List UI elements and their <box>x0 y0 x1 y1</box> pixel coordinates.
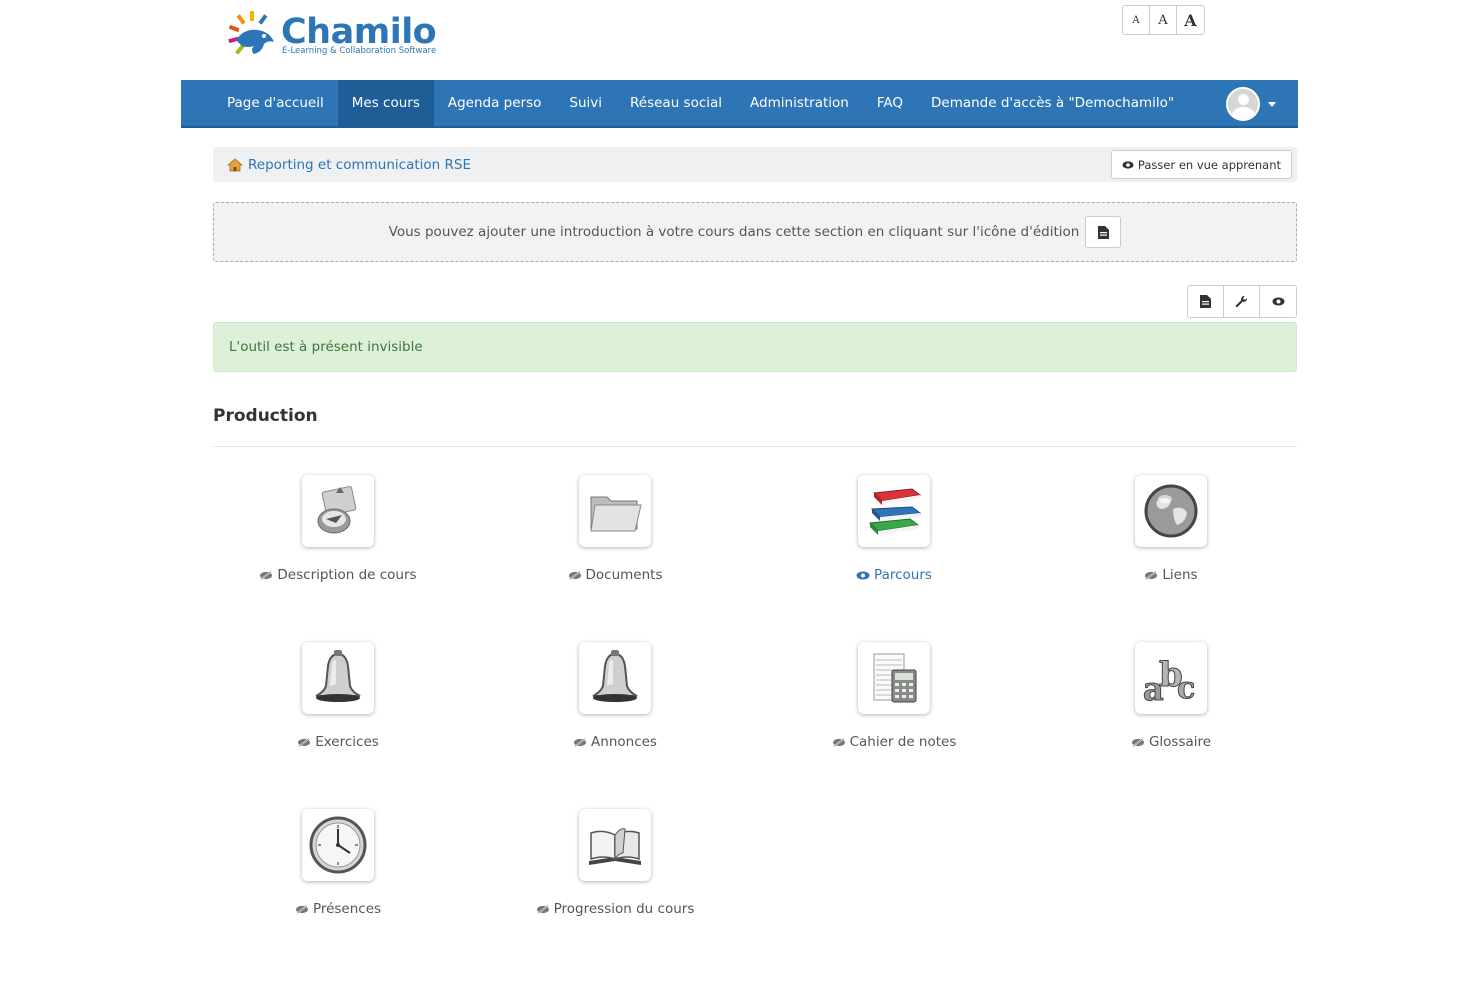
tool-attendance[interactable]: Présences <box>238 809 438 934</box>
section-title: Production <box>213 406 318 426</box>
success-alert: L'outil est à présent invisible <box>213 322 1297 372</box>
tool-announcements[interactable]: Annonces <box>515 642 715 767</box>
eye-slash-icon <box>574 737 587 747</box>
chameleon-icon <box>228 11 274 55</box>
chamilo-logo[interactable]: Chamilo E-Learning & Collaboration Softw… <box>224 10 444 64</box>
tool-label[interactable]: Glossaire <box>1071 734 1271 750</box>
document-icon <box>1097 225 1109 239</box>
nav-item-administration[interactable]: Administration <box>736 80 863 126</box>
student-view-button[interactable]: Passer en vue apprenant <box>1110 150 1292 179</box>
tool-label[interactable]: Cahier de notes <box>794 734 994 750</box>
tool-label[interactable]: Progression du cours <box>515 901 715 917</box>
eye-icon <box>1122 160 1134 169</box>
eye-slash-icon <box>1131 737 1144 747</box>
brand-tagline: E-Learning & Collaboration Software <box>282 46 437 56</box>
tool-label[interactable]: Liens <box>1071 567 1271 583</box>
tool-tile[interactable] <box>579 475 651 547</box>
nav-item-faq[interactable]: FAQ <box>863 80 917 126</box>
font-size-large-button[interactable]: A <box>1177 6 1204 34</box>
avatar[interactable] <box>1226 87 1260 121</box>
tool-label[interactable]: Documents <box>515 567 715 583</box>
eye-slash-icon <box>295 904 308 914</box>
tool-tile[interactable] <box>1135 475 1207 547</box>
calculator-icon <box>873 653 917 703</box>
chevron-down-icon <box>1268 101 1276 107</box>
tool-label[interactable]: Présences <box>238 901 438 917</box>
nav-item-agenda[interactable]: Agenda perso <box>434 80 556 126</box>
intro-text: Vous pouvez ajouter une introduction à v… <box>388 224 1080 240</box>
eye-icon <box>856 571 870 579</box>
eye-slash-icon <box>298 737 311 747</box>
books-icon <box>868 488 922 535</box>
nav-item-access-request[interactable]: Demande d'accès à "Demochamilo" <box>917 80 1188 126</box>
eye-icon <box>1272 297 1284 306</box>
section-divider <box>213 446 1297 447</box>
tool-label[interactable]: Description de cours <box>238 567 438 583</box>
document-icon <box>1200 295 1211 308</box>
bell-icon <box>315 650 361 702</box>
wrench-icon <box>1235 295 1248 308</box>
tool-course-progress[interactable]: Progression du cours <box>515 809 715 934</box>
tool-glossary[interactable]: a b c Glossaire <box>1071 642 1271 767</box>
tool-label[interactable]: Annonces <box>515 734 715 750</box>
settings-button[interactable] <box>1224 286 1260 317</box>
breadcrumb-course-link[interactable]: Reporting et communication RSE <box>227 147 471 182</box>
edit-document-button[interactable] <box>1188 286 1224 317</box>
tool-tile[interactable] <box>302 809 374 881</box>
nav-item-my-courses[interactable]: Mes cours <box>337 80 434 126</box>
eye-slash-icon <box>260 570 273 580</box>
font-size-controls: A A A <box>1122 5 1205 35</box>
tool-label[interactable]: Exercices <box>238 734 438 750</box>
eye-slash-icon <box>1145 570 1158 580</box>
breadcrumb-course-title: Reporting et communication RSE <box>248 156 471 173</box>
font-size-medium-button[interactable]: A <box>1150 6 1177 34</box>
tool-course-description[interactable]: Description de cours <box>238 475 438 600</box>
user-menu[interactable] <box>1226 87 1276 121</box>
tool-label[interactable]: Parcours <box>794 567 994 583</box>
breadcrumb: Reporting et communication RSE Passer en… <box>213 147 1297 182</box>
nav-item-tracking[interactable]: Suivi <box>555 80 616 126</box>
home-icon <box>227 157 243 171</box>
course-toolbar <box>1187 285 1297 318</box>
tool-links[interactable]: Liens <box>1071 475 1271 600</box>
nav-item-home[interactable]: Page d'accueil <box>213 80 338 126</box>
abc-icon: a b c <box>1143 655 1196 709</box>
eye-slash-icon <box>832 737 845 747</box>
edit-intro-button[interactable] <box>1085 216 1122 248</box>
tool-tile[interactable]: a b c <box>1135 642 1207 714</box>
course-description-icon <box>317 486 357 534</box>
tool-gradebook[interactable]: Cahier de notes <box>794 642 994 767</box>
tool-tile[interactable] <box>579 642 651 714</box>
tool-documents[interactable]: Documents <box>515 475 715 600</box>
book-icon <box>589 828 641 865</box>
tool-learning-path[interactable]: Parcours <box>794 475 994 600</box>
clock-icon <box>309 816 367 874</box>
tool-exercises[interactable]: Exercices <box>238 642 438 767</box>
visibility-button[interactable] <box>1260 286 1296 317</box>
tool-tile[interactable] <box>302 642 374 714</box>
font-size-small-button[interactable]: A <box>1123 6 1150 34</box>
eye-slash-icon <box>568 570 581 580</box>
main-navbar: Page d'accueil Mes cours Agenda perso Su… <box>181 80 1298 128</box>
tool-tile[interactable] <box>858 642 930 714</box>
tool-tile[interactable] <box>858 475 930 547</box>
folder-icon <box>590 496 642 532</box>
bell-icon <box>592 650 638 702</box>
globe-icon <box>1144 484 1198 538</box>
student-view-label: Passer en vue apprenant <box>1137 157 1281 172</box>
tool-tile[interactable] <box>579 809 651 881</box>
nav-item-social-network[interactable]: Réseau social <box>616 80 736 126</box>
svg-text:c: c <box>1177 671 1195 706</box>
tool-tile[interactable] <box>302 475 374 547</box>
course-intro-box: Vous pouvez ajouter une introduction à v… <box>213 202 1297 262</box>
eye-slash-icon <box>536 904 549 914</box>
